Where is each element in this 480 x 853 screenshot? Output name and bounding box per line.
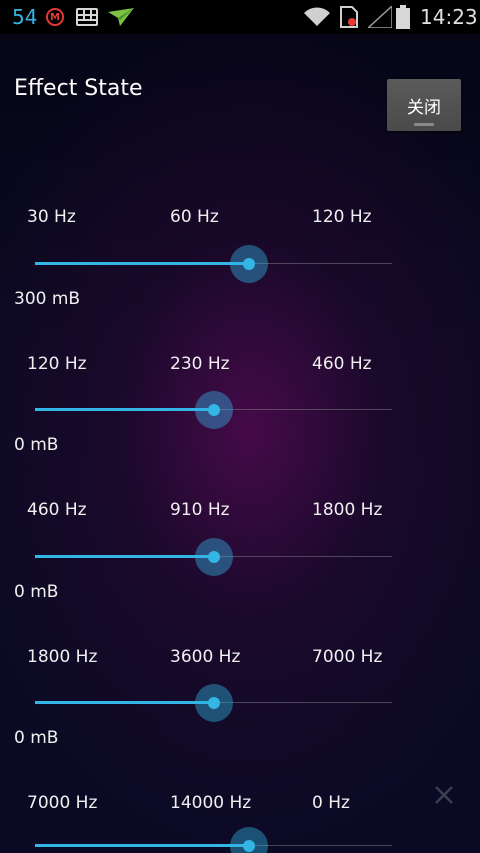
band-level: 0 mB [14,435,59,455]
slider-fill [35,844,250,847]
slider-fill [35,555,214,558]
band-freq-low: 1800 Hz [27,647,98,667]
close-icon[interactable] [433,784,455,806]
band-slider[interactable] [35,390,392,430]
band-slider[interactable] [35,244,392,284]
slider-fill [35,262,250,265]
wifi-icon [304,0,330,34]
slider-thumb[interactable] [194,391,233,429]
sim-card-icon [340,0,358,34]
band-freq-center: 910 Hz [170,500,230,520]
band-freq-center: 230 Hz [170,354,230,374]
band-slider[interactable] [35,683,392,723]
m-circle-icon: M [46,0,64,34]
battery-icon [396,0,410,34]
slider-fill [35,701,214,704]
signal-icon [368,0,392,34]
slider-fill [35,408,214,411]
notification-count: 54 [12,5,38,29]
band-freq-low: 120 Hz [27,354,87,374]
button-underline [414,123,434,126]
band-freq-high: 0 Hz [312,793,350,813]
page-title: Effect State [14,76,143,101]
close-button[interactable]: 关闭 [387,79,461,131]
paper-plane-icon [108,0,134,34]
status-bar: 54 M 14:23 [0,0,480,34]
slider-thumb[interactable] [194,538,233,576]
band-freq-high: 460 Hz [312,354,372,374]
grid-icon [76,0,98,34]
band-freq-center: 3600 Hz [170,647,241,667]
band-freq-low: 30 Hz [27,207,76,227]
band-freq-high: 7000 Hz [312,647,383,667]
band-freq-center: 14000 Hz [170,793,252,813]
band-freq-high: 1800 Hz [312,500,383,520]
band-slider[interactable] [35,537,392,577]
band-level: 0 mB [14,728,59,748]
slider-thumb[interactable] [194,684,233,722]
clock: 14:23 [420,5,478,29]
slider-thumb[interactable] [230,827,269,853]
band-slider[interactable] [35,826,392,853]
band-freq-low: 7000 Hz [27,793,98,813]
band-freq-high: 120 Hz [312,207,372,227]
close-button-label: 关闭 [407,98,441,118]
band-freq-low: 460 Hz [27,500,87,520]
band-level: 300 mB [14,289,81,309]
band-freq-center: 60 Hz [170,207,219,227]
slider-thumb[interactable] [230,245,269,283]
band-level: 0 mB [14,582,59,602]
